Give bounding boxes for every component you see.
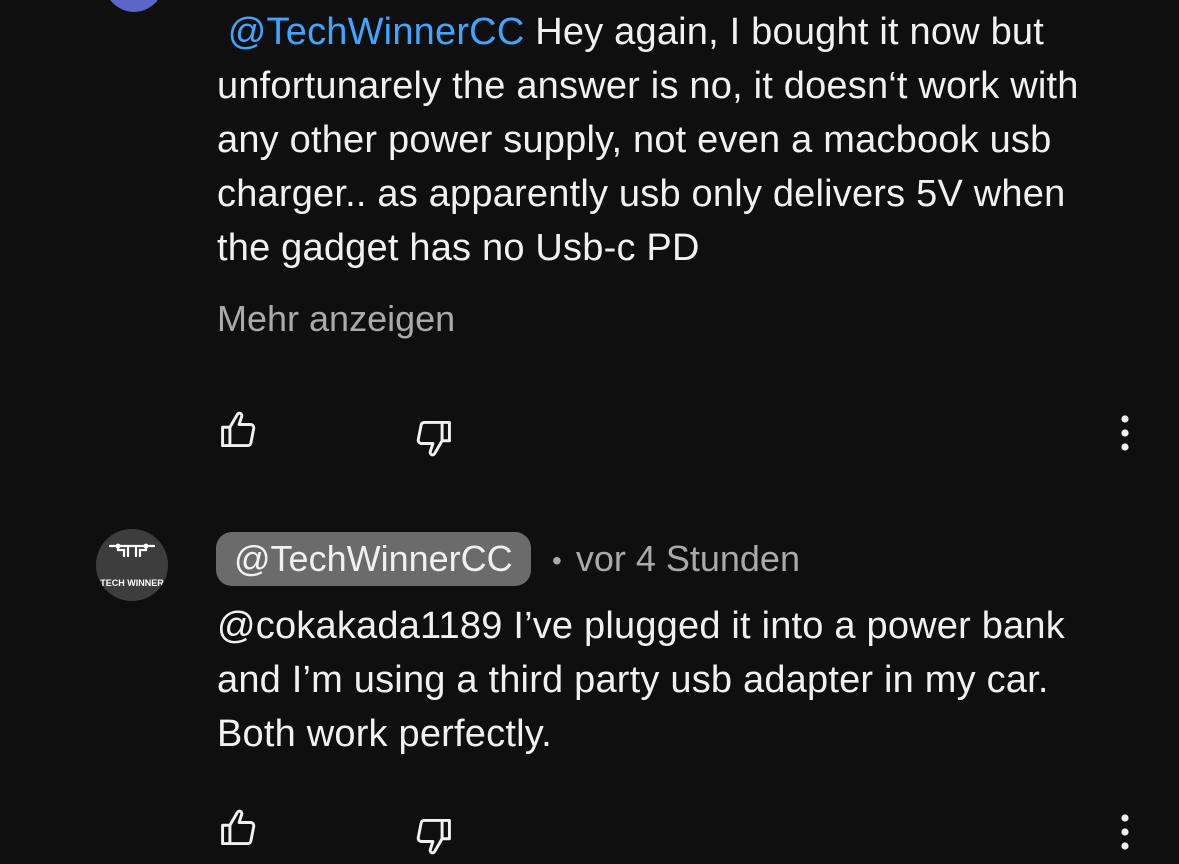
timestamp-text: vor 4 Stunden bbox=[575, 538, 800, 579]
show-more-link[interactable]: Mehr anzeigen bbox=[217, 298, 455, 340]
author-chip[interactable]: @TechWinnerCC bbox=[216, 532, 531, 586]
thumbs-up-icon[interactable] bbox=[218, 806, 262, 850]
vertical-ellipsis-icon[interactable] bbox=[1115, 411, 1135, 455]
comment-timestamp: • vor 4 Stunden bbox=[552, 532, 800, 586]
comment-text: @cokakada1189 I’ve plugged it into a pow… bbox=[217, 605, 1065, 755]
comment-text: @TechWinnerCC Hey again, I bought it now… bbox=[217, 5, 1117, 275]
vertical-ellipsis-icon[interactable] bbox=[1115, 810, 1135, 854]
avatar[interactable] bbox=[102, 0, 166, 12]
separator-dot: • bbox=[552, 545, 562, 577]
avatar[interactable]: TECH WINNER bbox=[96, 529, 168, 601]
mention-link[interactable]: @TechWinnerCC bbox=[228, 11, 525, 53]
thumbs-up-icon[interactable] bbox=[218, 408, 262, 452]
thumbs-down-icon[interactable] bbox=[410, 814, 454, 858]
avatar-label: TECH WINNER bbox=[100, 578, 164, 588]
thumbs-down-icon[interactable] bbox=[410, 416, 454, 460]
